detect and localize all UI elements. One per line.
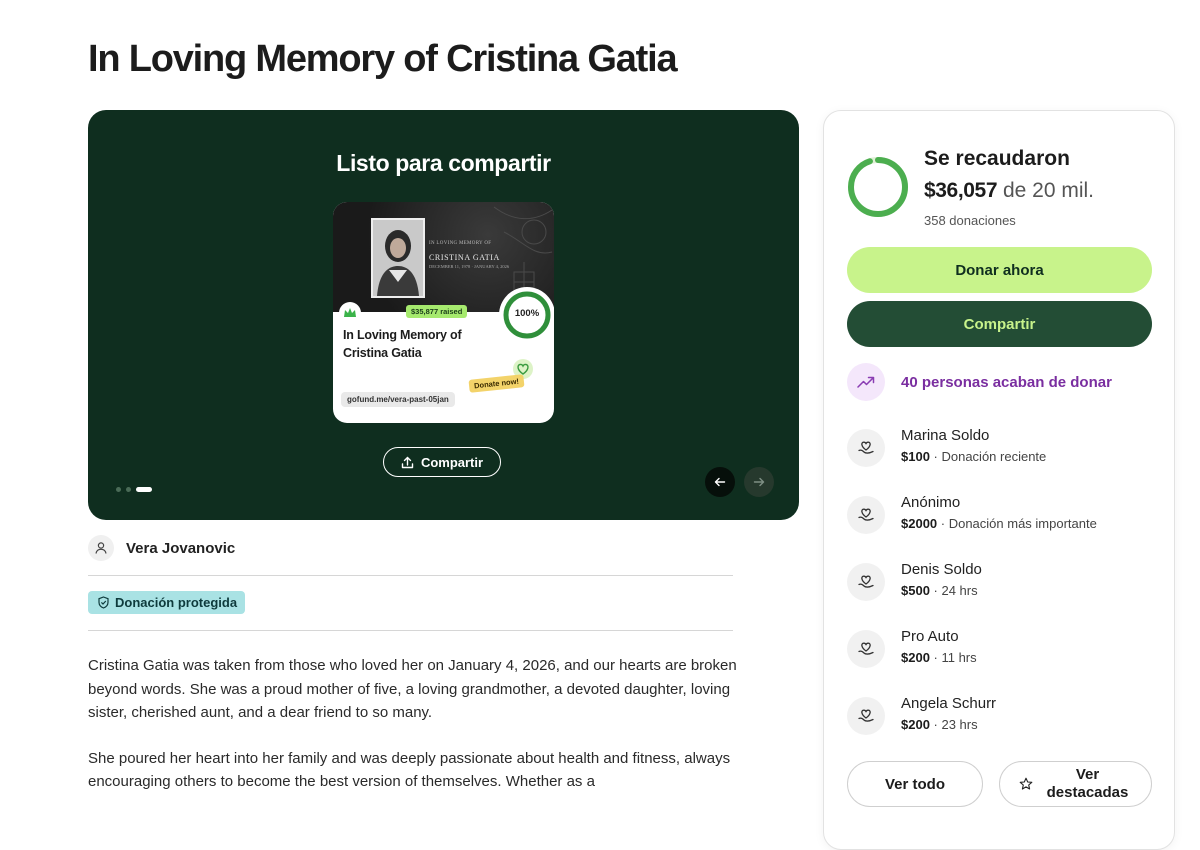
story-paragraph: She poured her heart into her family and… xyxy=(88,749,731,791)
organizer-name: Vera Jovanovic xyxy=(126,539,236,557)
crown-logo-icon xyxy=(339,302,361,324)
heart-hand-icon xyxy=(847,630,885,668)
banner-subtitle: IN LOVING MEMORY OF xyxy=(429,241,492,246)
fundraising-progress-ring xyxy=(848,157,908,217)
donor-amount: $200 xyxy=(901,650,930,665)
story-text: Cristina Gatia was taken from those who … xyxy=(88,654,738,816)
card-raised-pill: $35,877 raised xyxy=(406,305,468,318)
donor-amount: $200 xyxy=(901,717,930,732)
donor-item: Pro Auto $200 · 11 hrs xyxy=(847,628,1147,674)
hero-share-button[interactable]: Compartir xyxy=(383,447,501,477)
carousel-dot-2[interactable] xyxy=(126,487,131,492)
share-card-preview: IN LOVING MEMORY OF CRISTINA GATIA DECEM… xyxy=(333,202,554,423)
heart-hand-icon xyxy=(847,697,885,735)
upload-arrow-icon xyxy=(401,456,414,468)
donor-item: Marina Soldo $100 · Donación reciente xyxy=(847,427,1147,473)
carousel-dot-1[interactable] xyxy=(116,487,121,492)
see-all-button[interactable]: Ver todo xyxy=(847,761,983,807)
hero-share-label: Compartir xyxy=(420,454,484,470)
hero-carousel: Listo para compartir IN LOVING MEMORY OF… xyxy=(88,110,799,520)
donor-name: Denis Soldo xyxy=(901,561,982,578)
donor-note: · 24 hrs xyxy=(929,583,978,598)
heart-hand-icon xyxy=(847,496,885,534)
donor-note: · Donación más importante xyxy=(937,516,1097,531)
heart-hand-icon xyxy=(847,563,885,601)
arrow-right-icon xyxy=(753,477,765,487)
raised-amount: $36,057 xyxy=(924,179,998,202)
donation-sidebar: Se recaudaron $36,057 de 20 mil. 358 don… xyxy=(823,110,1175,850)
card-title: In Loving Memory of Cristina Gatia xyxy=(343,328,462,360)
donor-note: · Donación reciente xyxy=(929,449,1047,464)
hero-heading: Listo para compartir xyxy=(336,150,551,176)
card-url: gofund.me/vera-past-05jan xyxy=(341,392,455,407)
donor-amount: $100 xyxy=(901,449,930,464)
see-top-label: Ver destacadas xyxy=(1046,766,1129,801)
memorial-photo xyxy=(371,218,425,298)
donor-amount: $500 xyxy=(901,583,930,598)
divider xyxy=(88,630,733,631)
recent-donors-banner: 40 personas acaban de donar xyxy=(847,363,1112,401)
donor-amount: $2000 xyxy=(901,516,938,531)
donor-item: Anónimo $2000 · Donación más importante xyxy=(847,494,1147,540)
protected-donation-badge[interactable]: Donación protegida xyxy=(88,591,246,614)
donate-button[interactable]: Donar ahora xyxy=(847,247,1152,293)
donor-meta: $200 · 11 hrs xyxy=(901,650,977,665)
heart-hand-icon xyxy=(847,429,885,467)
donor-meta: $200 · 23 hrs xyxy=(901,717,978,732)
donor-name: Anónimo xyxy=(901,494,961,511)
shield-check-icon xyxy=(98,596,109,609)
donor-meta: $500 · 24 hrs xyxy=(901,583,978,598)
divider xyxy=(88,575,733,576)
donor-name: Angela Schurr xyxy=(901,695,997,712)
donations-count: 358 donaciones xyxy=(924,213,1016,228)
donor-meta: $100 · Donación reciente xyxy=(901,449,1046,464)
carousel-prev-button[interactable] xyxy=(705,467,735,497)
card-progress-ring: 100% xyxy=(499,287,554,343)
card-donate-pill: Donate now! xyxy=(468,374,525,393)
goal-text: de 20 mil. xyxy=(1002,179,1095,202)
organizer[interactable]: Vera Jovanovic xyxy=(88,535,235,561)
trend-text: 40 personas acaban de donar xyxy=(901,373,1112,391)
raised-label: Se recaudaron xyxy=(924,147,1070,170)
donor-note: · 23 hrs xyxy=(929,717,978,732)
badge-label: Donación protegida xyxy=(115,595,238,610)
carousel-dots xyxy=(116,487,152,492)
arrow-left-icon xyxy=(714,477,726,487)
donor-name: Pro Auto xyxy=(901,628,959,645)
donor-meta: $2000 · Donación más importante xyxy=(901,516,1097,531)
see-top-button[interactable]: Ver destacadas xyxy=(999,761,1152,807)
banner-dates: DECEMBER 11, 1978 · JANUARY 4, 2026 xyxy=(429,264,510,269)
share-button[interactable]: Compartir xyxy=(847,301,1152,347)
donor-item: Denis Soldo $500 · 24 hrs xyxy=(847,561,1147,607)
donor-note: · 11 hrs xyxy=(929,650,977,665)
carousel-dot-3[interactable] xyxy=(136,487,152,492)
card-percent: 100% xyxy=(514,308,540,319)
person-icon xyxy=(88,535,114,561)
carousel-next-button[interactable] xyxy=(744,467,774,497)
star-icon xyxy=(1019,777,1032,790)
trending-up-icon xyxy=(847,363,885,401)
banner-name: CRISTINA GATIA xyxy=(429,253,500,262)
raised-summary: $36,057 de 20 mil. xyxy=(924,179,1094,203)
story-paragraph: Cristina Gatia was taken from those who … xyxy=(88,657,737,721)
donor-item: Angela Schurr $200 · 23 hrs xyxy=(847,695,1147,741)
donor-name: Marina Soldo xyxy=(901,427,990,444)
page-title: In Loving Memory of Cristina Gatia xyxy=(88,38,678,80)
